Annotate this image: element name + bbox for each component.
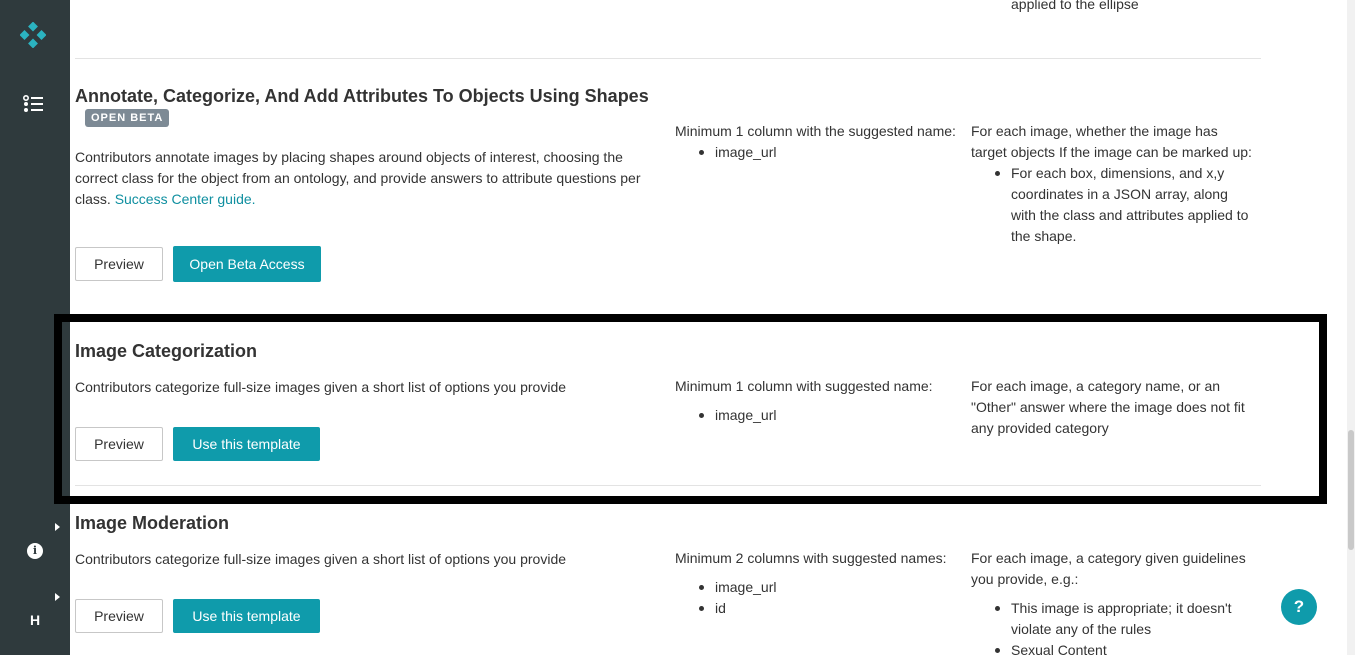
output-item: This image is appropriate; it doesn't vi… [971,598,1256,640]
diamond-logo-icon[interactable] [19,21,47,49]
preview-button[interactable]: Preview [75,247,163,281]
input-field-list: image_url [675,405,960,426]
preview-button[interactable]: Preview [75,427,163,461]
info-icon[interactable]: i [27,543,43,559]
open-beta-badge: OPEN BETA [85,109,170,127]
input-field-list: image_url [675,142,960,163]
template-description: Contributors categorize full-size images… [75,379,567,395]
output-item: Sexual Content [971,640,1256,655]
input-text: Minimum 1 column with the suggested name… [675,123,956,139]
sidebar: i H [0,0,70,655]
success-center-guide-link[interactable]: Success Center guide. [115,191,256,207]
input-field-item: image_url [675,405,960,426]
use-template-button[interactable]: Use this template [173,599,320,633]
divider [75,58,1261,59]
task-list-icon[interactable] [22,94,45,114]
scrollbar-thumb[interactable] [1348,430,1354,550]
template-title: Image Categorization [75,341,258,361]
input-field-item: image_url [675,142,960,163]
scrollbar[interactable] [1347,0,1355,655]
input-requirements: Minimum 2 columns with suggested names: … [675,548,960,619]
open-beta-access-button[interactable]: Open Beta Access [173,246,321,282]
help-icon[interactable]: ? [1281,589,1317,625]
output-description: For each image, whether the image has ta… [971,121,1256,247]
expand-arrow-icon[interactable] [55,593,60,601]
input-requirements: Minimum 1 column with the suggested name… [675,121,960,163]
output-description: For each image, a category given guideli… [971,548,1256,655]
template-title: Annotate, Categorize, And Add Attributes… [75,86,649,106]
template-description: Contributors categorize full-size images… [75,551,567,567]
output-item-list: This image is appropriate; it doesn't vi… [971,598,1256,655]
input-text: Minimum 1 column with suggested name: [675,378,933,394]
input-field-item: image_url [675,577,960,598]
divider [75,485,1261,486]
output-item-list: For each box, dimensions, and x,y coordi… [971,163,1256,247]
input-field-item: id [675,598,960,619]
input-requirements: Minimum 1 column with suggested name: im… [675,376,960,426]
user-avatar[interactable]: H [25,612,45,628]
input-text: Minimum 2 columns with suggested names: [675,550,947,566]
template-description: Contributors annotate images by placing … [75,147,665,210]
output-text: For each image, whether the image has ta… [971,123,1252,160]
output-text: For each image, a category given guideli… [971,550,1246,587]
input-field-list: image_url id [675,577,960,619]
expand-arrow-icon[interactable] [55,523,60,531]
previous-item-output-text: applied to the ellipse [1011,0,1139,12]
output-description: For each image, a category name, or an "… [971,378,1245,436]
output-item: For each box, dimensions, and x,y coordi… [971,163,1256,247]
template-title: Image Moderation [75,513,230,533]
use-template-button[interactable]: Use this template [173,427,320,461]
preview-button[interactable]: Preview [75,599,163,633]
